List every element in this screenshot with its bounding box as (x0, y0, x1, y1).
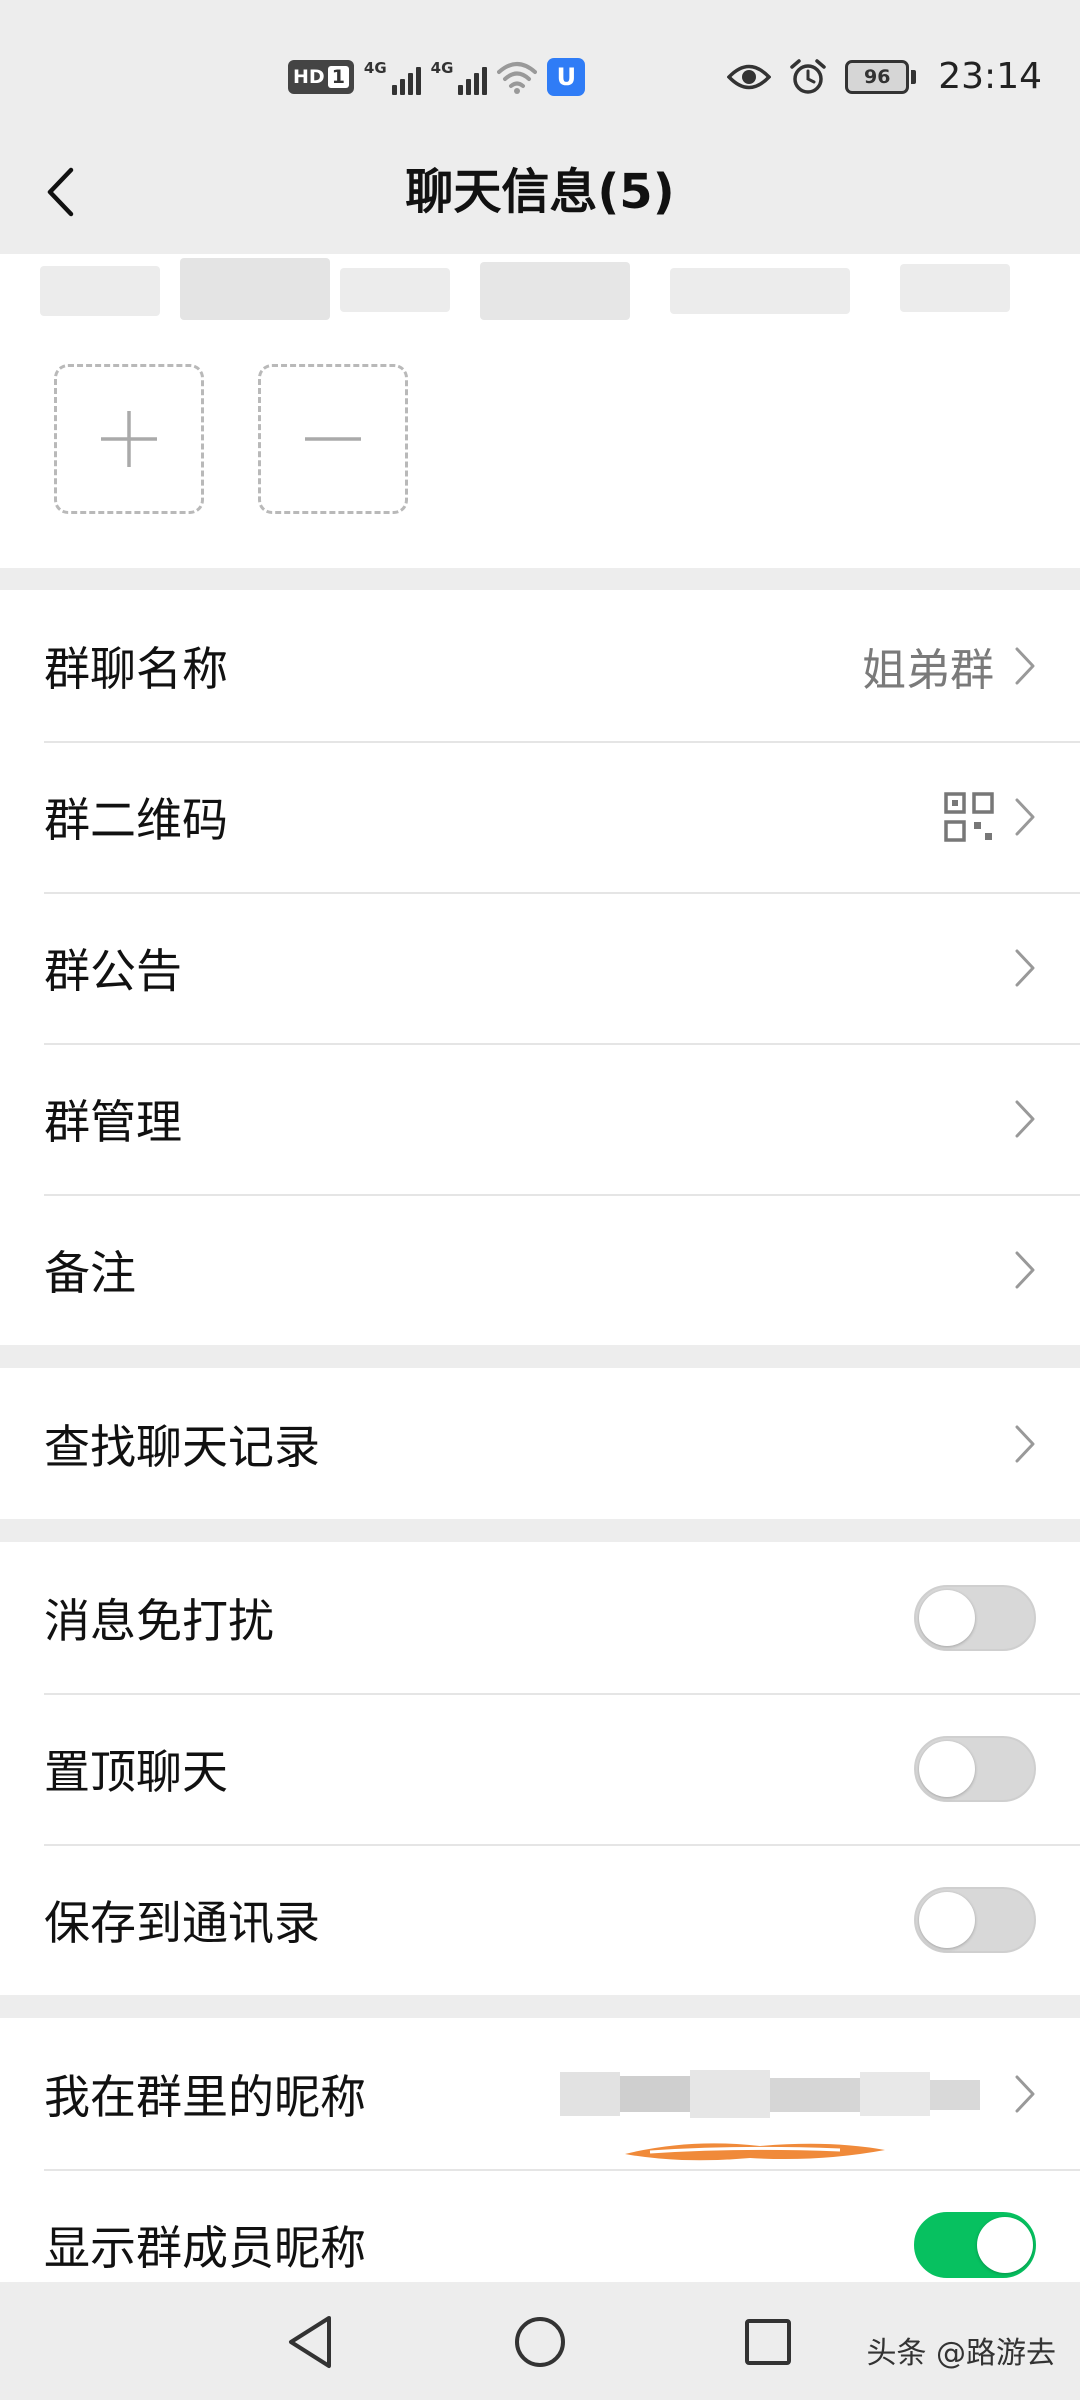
show-nicknames-toggle[interactable] (914, 2211, 1036, 2278)
battery-icon: 96 (845, 59, 917, 94)
group-qr-label: 群二维码 (44, 792, 228, 847)
group-qr-row[interactable]: 群二维码 (0, 741, 1080, 892)
hd-label: HD (293, 66, 325, 88)
status-bar: HD 1 4G 4G U 96 23:14 (0, 0, 1080, 130)
show-nicknames-row: 显示群成员昵称 (0, 2169, 1080, 2282)
mute-row: 消息免打扰 (0, 1542, 1080, 1693)
nav-home-button[interactable] (505, 2307, 575, 2377)
nav-bar: 聊天信息(5) (0, 130, 1080, 254)
watermark: 头条 @路游去 (866, 2336, 1056, 2371)
member-names-redacted (40, 254, 1040, 334)
chat-settings-section: 消息免打扰 置顶聊天 保存到通讯录 (0, 1542, 1080, 1995)
group-name-row[interactable]: 群聊名称 姐弟群 (0, 590, 1080, 741)
network-type-1: 4G (363, 59, 387, 77)
qr-code-icon (944, 791, 994, 842)
remove-member-button[interactable] (258, 364, 408, 514)
save-contacts-label: 保存到通讯录 (44, 1895, 320, 1950)
chevron-right-icon (1015, 2075, 1035, 2112)
remark-row[interactable]: 备注 (0, 1194, 1080, 1345)
chevron-right-icon (1015, 1425, 1035, 1462)
search-history-label: 查找聊天记录 (44, 1419, 320, 1474)
sim-label: 1 (327, 66, 349, 88)
add-member-button[interactable] (54, 364, 204, 514)
group-notice-label: 群公告 (44, 943, 182, 998)
nav-recents-button[interactable] (733, 2307, 803, 2377)
square-recents-icon (745, 2319, 791, 2365)
group-name-label: 群聊名称 (44, 641, 228, 696)
nickname-value-redacted (560, 2070, 980, 2118)
wifi-icon (497, 62, 538, 94)
system-nav-bar: 头条 @路游去 (0, 2282, 1080, 2400)
clock: 23:14 (938, 56, 1042, 97)
eye-icon (727, 64, 772, 89)
status-bar-left: HD 1 4G 4G U (288, 58, 586, 96)
group-manage-label: 群管理 (44, 1094, 182, 1149)
search-section: 查找聊天记录 (0, 1368, 1080, 1519)
triangle-back-icon (289, 2316, 331, 2368)
battery-level: 96 (845, 59, 910, 94)
scribble-redaction (625, 2143, 885, 2161)
signal-icon-1: 4G (364, 59, 421, 95)
member-list (0, 254, 1080, 568)
minus-icon (305, 437, 361, 441)
my-nickname-row[interactable]: 我在群里的昵称 (0, 2018, 1080, 2169)
chevron-right-icon (1015, 798, 1035, 835)
status-bar-right: 96 23:14 (727, 56, 1042, 97)
circle-home-icon (515, 2317, 565, 2367)
vpn-icon: U (547, 58, 586, 96)
chevron-right-icon (1015, 1251, 1035, 1288)
save-contacts-row: 保存到通讯录 (0, 1844, 1080, 1995)
group-manage-row[interactable]: 群管理 (0, 1043, 1080, 1194)
group-info-section: 群聊名称 姐弟群 群二维码 群公告 群管理 备注 (0, 590, 1080, 1345)
pin-toggle[interactable] (914, 1735, 1036, 1802)
alarm-icon (790, 58, 826, 94)
mute-label: 消息免打扰 (44, 1593, 274, 1648)
plus-icon (101, 411, 157, 467)
search-history-row[interactable]: 查找聊天记录 (0, 1368, 1080, 1519)
chevron-right-icon (1015, 647, 1035, 684)
page-title: 聊天信息(5) (405, 164, 675, 220)
show-nicknames-label: 显示群成员昵称 (44, 2220, 366, 2275)
group-notice-row[interactable]: 群公告 (0, 892, 1080, 1043)
mute-toggle[interactable] (914, 1584, 1036, 1651)
nav-back-button[interactable] (275, 2307, 345, 2377)
signal-icon-2: 4G (431, 59, 488, 95)
save-contacts-toggle[interactable] (914, 1886, 1036, 1953)
group-name-value: 姐弟群 (862, 644, 994, 696)
chevron-right-icon (1015, 949, 1035, 986)
hd-icon: HD 1 (288, 60, 354, 94)
my-nickname-label: 我在群里的昵称 (44, 2069, 366, 2124)
pin-row: 置顶聊天 (0, 1693, 1080, 1844)
pin-label: 置顶聊天 (44, 1744, 228, 1799)
network-type-2: 4G (430, 59, 454, 77)
nickname-section: 我在群里的昵称 显示群成员昵称 (0, 2018, 1080, 2282)
chevron-right-icon (1015, 1100, 1035, 1137)
remark-label: 备注 (44, 1245, 136, 1300)
